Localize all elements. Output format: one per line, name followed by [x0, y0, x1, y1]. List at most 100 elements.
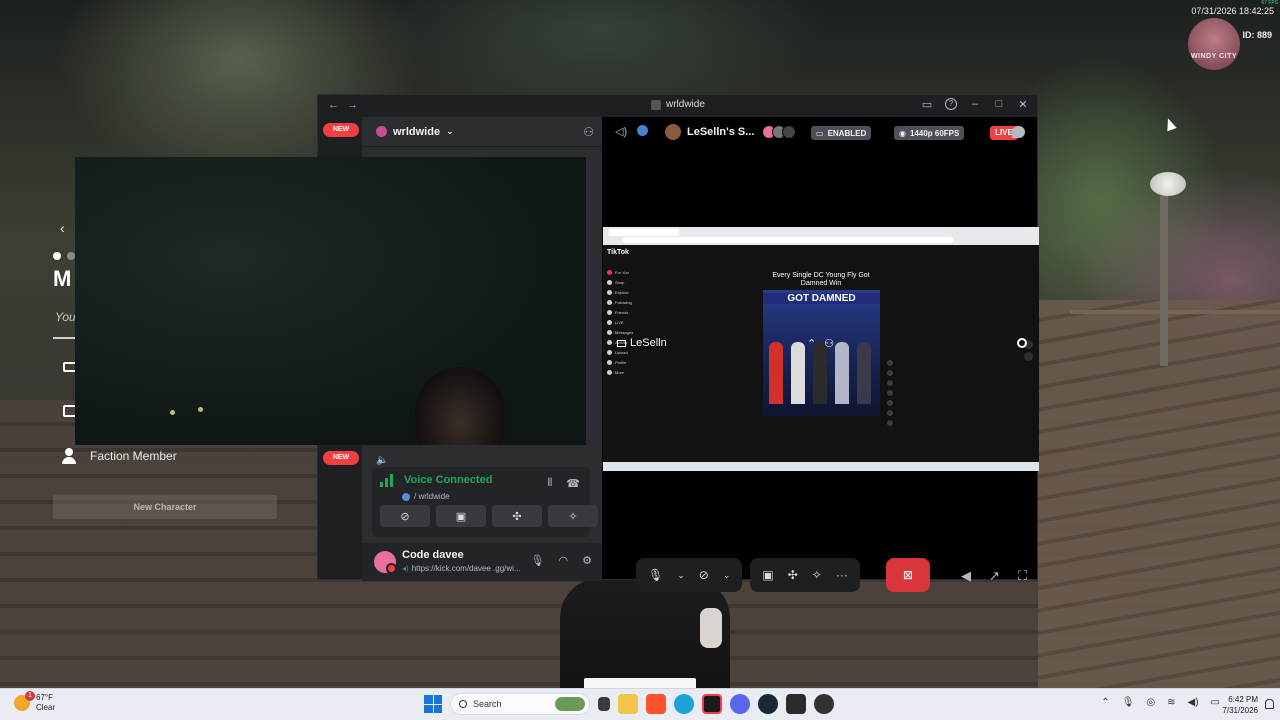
chat-icon[interactable] [1012, 126, 1025, 138]
screen-share-icon[interactable]: ▣ [762, 568, 773, 582]
game-launcher-icon[interactable] [814, 694, 834, 714]
steam-icon[interactable] [758, 694, 778, 714]
disconnect-icon[interactable]: ☎ [566, 477, 580, 490]
more-icon[interactable]: ··· [836, 568, 848, 582]
start-button[interactable] [424, 695, 442, 713]
eye-icon: ◉ [899, 128, 906, 138]
player-hand [700, 608, 722, 648]
page-dot-active[interactable] [53, 252, 61, 260]
minimize-button[interactable]: – [969, 98, 981, 111]
search-placeholder: Search [473, 699, 502, 709]
webcam-popout[interactable] [75, 157, 586, 445]
quality-pill[interactable]: ◉ 1440p 60FPS [894, 126, 965, 140]
microphone-icon[interactable]: 🎙 [1122, 697, 1135, 708]
street-lamp [1150, 172, 1186, 196]
camera-off-button[interactable]: ⊘ [380, 505, 430, 527]
activities-icon[interactable]: ✣ [788, 568, 798, 582]
invite-people-icon[interactable]: ⚇ [583, 125, 594, 139]
person-icon [62, 448, 76, 464]
nav-arrows[interactable]: ←→ [328, 99, 366, 111]
signal-icon[interactable] [380, 473, 396, 487]
user-name[interactable]: Code davee [402, 549, 464, 561]
tiktok-nav-item: Explore [607, 290, 667, 295]
system-tray: ⌃ 🎙 ◎ ≋ ◀) ▭ [1101, 697, 1220, 708]
headphones-icon[interactable]: ◠ [559, 554, 569, 567]
voice-channel[interactable]: / wrldwide [402, 492, 450, 501]
volume-icon[interactable]: ◀ [961, 568, 971, 584]
faction-label: Faction Member [90, 449, 177, 463]
tiktok-sidebar: TikTok For You Shop Explore Following Fr… [607, 249, 667, 375]
new-character-button[interactable]: New Character [53, 495, 277, 519]
stream-overlay-controls: ⌃ ⚇ [807, 337, 834, 350]
chevron-up-icon[interactable]: ⌃ [1101, 697, 1109, 708]
help-icon[interactable]: ? [945, 98, 957, 110]
soundboard-button[interactable]: ✧ [548, 505, 598, 527]
battery-icon[interactable]: ▭ [1211, 697, 1220, 708]
inbox-icon[interactable]: ▭ [921, 98, 933, 111]
chevron-down-icon: ⌄ [446, 126, 454, 136]
guild-avatar-icon [376, 126, 387, 137]
task-view-icon[interactable] [598, 697, 610, 711]
chevron-left-icon[interactable]: ‹ [60, 220, 65, 236]
wifi-icon[interactable]: ≋ [1167, 697, 1175, 708]
guild-header[interactable]: wrldwide ⌄ ⚇ [362, 117, 602, 147]
noise-suppression-icon[interactable]: ⦀ [547, 477, 552, 490]
zoom-icon[interactable] [1017, 338, 1027, 348]
stop-stream-button[interactable]: ⊠ [885, 558, 930, 592]
volume-icon[interactable]: ◀) [1188, 697, 1199, 708]
globe-icon [402, 492, 410, 501]
camera-off-icon[interactable]: ⊘ [699, 568, 709, 582]
webcam-light [198, 407, 203, 412]
chevron-up-icon[interactable]: ⌃ [807, 337, 816, 350]
tiktok-nav-item: Shop [607, 280, 667, 285]
network-icon[interactable]: ◎ [1146, 697, 1155, 708]
browser-bar [603, 227, 1039, 245]
speaker-icon[interactable]: ◁) [615, 125, 627, 138]
clock-date: 7/31/2026 [1222, 706, 1258, 715]
avatar[interactable] [374, 551, 397, 574]
new-badge: NEW [323, 451, 359, 465]
brave-browser-icon[interactable] [646, 694, 666, 714]
call-control-bar: 🎙 ⌄ ⊘ ⌄ ▣ ✣ ✧ ··· ⊠ [636, 558, 930, 592]
fullscreen-icon[interactable]: ⛶ [1018, 568, 1027, 584]
activities-button[interactable]: ✣ [492, 505, 542, 527]
trading-app-icon[interactable] [702, 694, 722, 714]
terminal-icon[interactable] [786, 694, 806, 714]
system-clock[interactable]: 6:42 PM 7/31/2026 [1222, 694, 1258, 716]
monitor-icon [617, 339, 626, 347]
stream-header-icons: ◁) [615, 125, 649, 138]
enabled-pill[interactable]: ▭ ENABLED [811, 126, 872, 140]
gear-icon[interactable]: ⚙ [582, 554, 592, 567]
close-button[interactable]: ✕ [1017, 98, 1029, 111]
discord-icon[interactable] [730, 694, 750, 714]
streamer-title: LeSelln's S... [687, 126, 755, 138]
microphone-icon[interactable]: 🎙 [648, 568, 663, 582]
user-status-text: https://kick.com/davee .gg/wi... [411, 564, 521, 573]
voice-buttons: ⊘ ▣ ✣ ✧ [380, 505, 598, 527]
clock-time: 6:42 PM [1228, 695, 1258, 704]
quality-text: 1440p 60FPS [909, 128, 960, 138]
screen-share-button[interactable]: ▣ [436, 505, 486, 527]
maximize-button[interactable]: □ [993, 98, 1005, 111]
globe-icon [637, 125, 649, 136]
microphone-icon[interactable]: 🎙 [531, 554, 545, 567]
participants-icon[interactable]: ⚇ [824, 337, 834, 350]
streamer-info[interactable]: LeSelln's S... [665, 124, 797, 140]
voice-status[interactable]: Voice Connected [404, 474, 492, 486]
chevron-down-icon[interactable]: ⌄ [723, 570, 731, 581]
file-explorer-icon[interactable] [618, 694, 638, 714]
search-highlight-icon [555, 697, 585, 711]
weather-widget[interactable]: 67°F Clear [14, 691, 55, 713]
window-title-text: wrldwide [666, 99, 705, 110]
edge-browser-icon[interactable] [674, 694, 694, 714]
popout-icon[interactable]: ↗ [989, 568, 1000, 584]
chevron-down-icon[interactable]: ⌄ [677, 570, 685, 581]
shared-taskbar [603, 462, 1039, 471]
notification-bell-icon[interactable] [1265, 699, 1274, 709]
soundboard-icon[interactable]: ✧ [812, 568, 822, 582]
tiktok-nav-item: For You [607, 270, 667, 275]
page-dot[interactable] [67, 252, 75, 260]
stream-pane: ◁) LeSelln's S... ▭ ENABLED ◉ 1440p 60FP… [603, 117, 1039, 592]
taskbar-search[interactable]: Search [450, 693, 590, 715]
stream-label-text: LeSelln [630, 337, 667, 349]
